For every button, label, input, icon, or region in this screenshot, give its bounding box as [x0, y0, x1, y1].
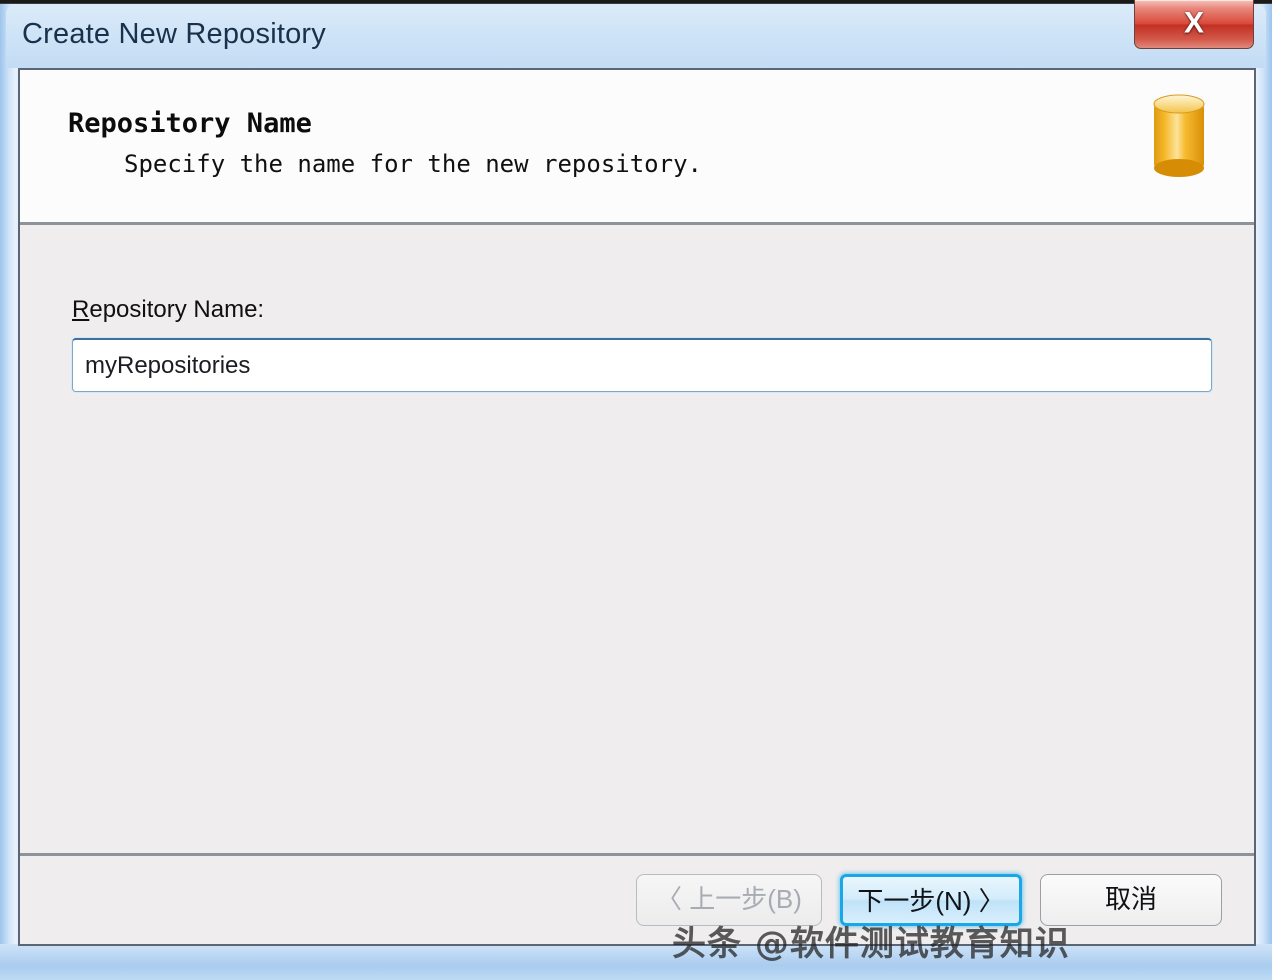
wizard-header-title: Repository Name	[68, 108, 312, 139]
wizard-body: Repository Name:	[20, 228, 1254, 860]
close-icon: X	[1135, 6, 1253, 40]
repository-name-label-accel: R	[72, 296, 89, 323]
back-button[interactable]: 〈 上一步(B)	[636, 874, 822, 926]
repository-name-label: Repository Name:	[72, 296, 264, 324]
window-frame-bottom	[0, 944, 1272, 980]
wizard-footer: 〈 上一步(B) 下一步(N) 〉 取消	[20, 853, 1254, 944]
window-frame-left	[0, 4, 16, 980]
wizard-header: Repository Name Specify the name for the…	[20, 70, 1254, 225]
repository-name-label-text: epository Name:	[89, 296, 264, 323]
database-cylinder-icon	[1150, 92, 1208, 180]
window-title: Create New Repository	[22, 18, 326, 51]
title-bar[interactable]: Create New Repository X	[6, 4, 1266, 68]
repository-name-input[interactable]	[72, 338, 1212, 392]
wizard-header-subtitle: Specify the name for the new repository.	[124, 150, 702, 178]
create-new-repository-dialog: Repository Name Specify the name for the…	[18, 68, 1256, 946]
application-window: Create New Repository X Repository Name …	[0, 0, 1272, 980]
close-button[interactable]: X	[1134, 0, 1254, 49]
window-frame-right	[1256, 4, 1272, 980]
cancel-button[interactable]: 取消	[1040, 874, 1222, 926]
next-button[interactable]: 下一步(N) 〉	[840, 874, 1022, 926]
